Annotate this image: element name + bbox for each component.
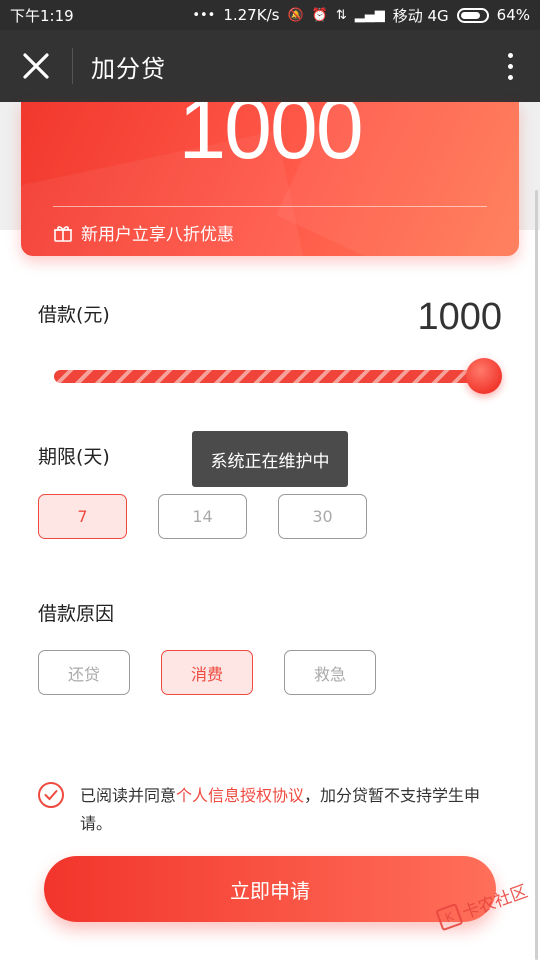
- close-button[interactable]: [0, 30, 72, 102]
- slider-track[interactable]: [54, 370, 476, 383]
- apply-button[interactable]: 立即申请: [44, 856, 496, 922]
- gift-icon: [54, 225, 72, 242]
- scrollbar[interactable]: [535, 190, 538, 960]
- more-button[interactable]: [480, 30, 540, 102]
- card-amount: 1000: [178, 102, 363, 177]
- amount-slider[interactable]: [54, 358, 502, 394]
- agreement-text: 已阅读并同意个人信息授权协议，加分贷暂不支持学生申请。: [80, 782, 508, 838]
- status-icons: ••• 1.27K/s 🔕 ⏰ ⇅ ▂▄▆ 移动 4G 64%: [192, 5, 530, 26]
- header-divider: [72, 48, 73, 84]
- close-icon: [23, 53, 49, 79]
- agreement-checkbox[interactable]: [38, 782, 64, 808]
- battery-percent: 64%: [496, 6, 530, 24]
- mute-icon: 🔕: [287, 7, 304, 23]
- signal-icon: ▂▄▆: [354, 7, 385, 23]
- term-label: 期限(天): [38, 446, 110, 468]
- toast-message: 系统正在维护中: [192, 431, 348, 487]
- network-speed: 1.27K/s: [223, 6, 280, 24]
- more-dots-icon: •••: [192, 7, 216, 23]
- page-title: 加分贷: [91, 54, 166, 83]
- agreement-prefix: 已阅读并同意: [80, 786, 177, 805]
- reason-option-repay[interactable]: 还贷: [38, 650, 130, 695]
- borrow-amount-value: 1000: [417, 296, 502, 338]
- status-time: 下午1:19: [10, 6, 74, 25]
- app-screen: 下午1:19 ••• 1.27K/s 🔕 ⏰ ⇅ ▂▄▆ 移动 4G 64% 加…: [0, 0, 540, 960]
- battery-icon: [456, 7, 489, 23]
- privacy-agreement-link[interactable]: 个人信息授权协议: [176, 786, 304, 805]
- slider-handle[interactable]: [466, 358, 502, 394]
- reason-option-consume[interactable]: 消费: [161, 650, 253, 695]
- reason-label: 借款原因: [38, 603, 115, 625]
- alarm-icon: ⏰: [311, 7, 328, 23]
- app-header: 加分贷: [0, 30, 540, 102]
- more-vertical-icon: [507, 52, 513, 58]
- reason-option-emergency[interactable]: 救急: [284, 650, 376, 695]
- card-divider: [53, 206, 487, 207]
- check-icon: [44, 790, 58, 801]
- term-option-30[interactable]: 30: [278, 494, 367, 539]
- promo-banner: 新用户立享八折优惠: [53, 220, 234, 245]
- status-bar: 下午1:19 ••• 1.27K/s 🔕 ⏰ ⇅ ▂▄▆ 移动 4G 64%: [0, 0, 540, 30]
- agreement: 已阅读并同意个人信息授权协议，加分贷暂不支持学生申请。: [38, 782, 508, 838]
- data-arrows-icon: ⇅: [335, 7, 347, 23]
- carrier-label: 移动 4G: [392, 6, 449, 25]
- term-option-14[interactable]: 14: [158, 494, 247, 539]
- loan-card: 1000 新用户立享八折优惠: [21, 102, 519, 256]
- borrow-label: 借款(元): [38, 304, 110, 326]
- promo-text: 新用户立享八折优惠: [81, 225, 234, 245]
- watermark-logo-icon: K: [435, 902, 464, 931]
- term-option-7[interactable]: 7: [38, 494, 127, 539]
